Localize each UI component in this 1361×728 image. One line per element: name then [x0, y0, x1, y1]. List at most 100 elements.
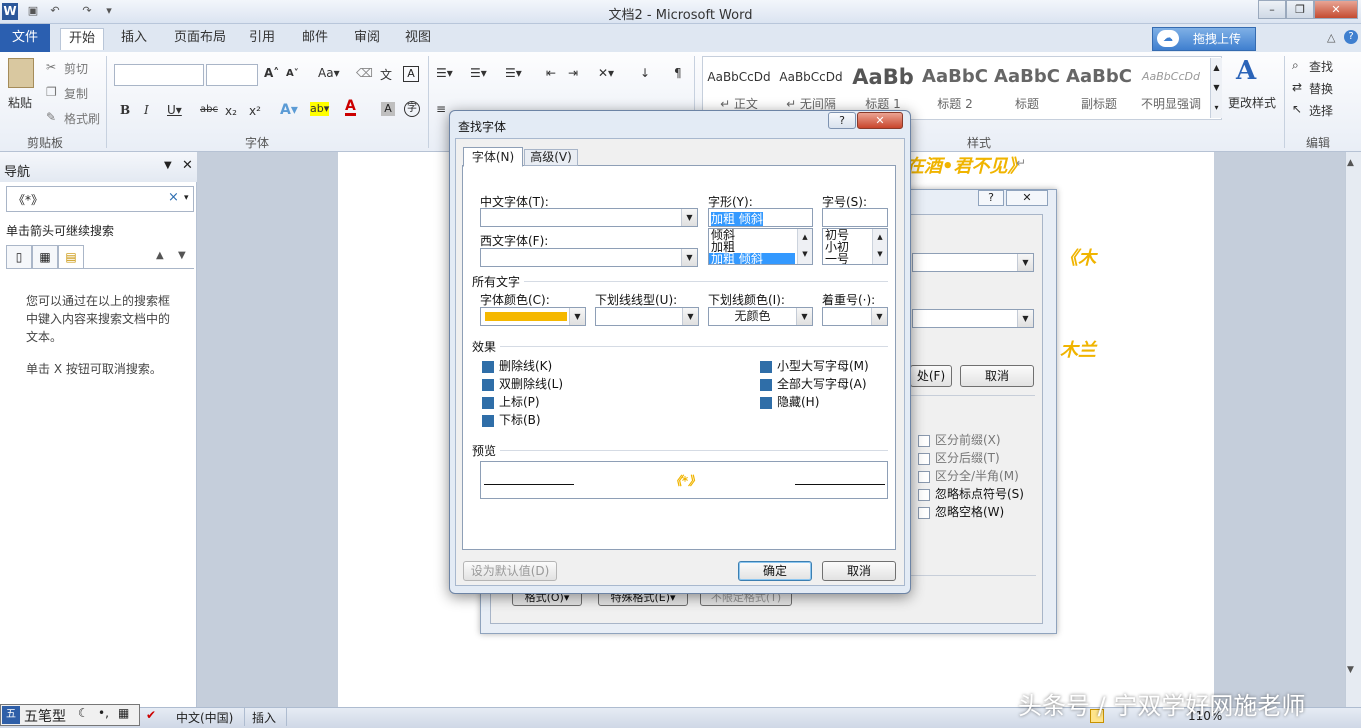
grow-font-icon[interactable]: A˄ [264, 66, 279, 80]
align-left-icon[interactable]: ≡ [436, 102, 446, 116]
fr-cancel-button[interactable]: 取消 [960, 365, 1034, 387]
ff-effect-double-strike[interactable]: 双删除线(L) [482, 375, 563, 392]
style-tile-normal[interactable]: AaBbCcDd ↵ 正文 [704, 58, 774, 114]
ime-mode-label[interactable]: 五笔型 [24, 706, 66, 726]
change-case-icon[interactable]: Aa▾ [318, 66, 340, 80]
ime-punct-icon[interactable]: •, [98, 706, 109, 720]
fr-find-in-button[interactable]: 处(F) [910, 365, 952, 387]
maximize-button[interactable]: ❐ [1286, 0, 1314, 19]
spell-check-icon[interactable]: ✔ [146, 708, 156, 722]
ff-style-list[interactable]: 倾斜 加粗 加粗 倾斜 ▲ ▼ [708, 228, 813, 265]
chinese-layout-icon[interactable]: ✕▾ [598, 66, 614, 80]
ff-underline-combo[interactable]: ▼ [595, 307, 699, 326]
fr-option-width[interactable]: 区分全/半角(M) [918, 467, 1019, 484]
ff-west-font-combo[interactable]: ▼ [480, 248, 698, 267]
prev-result-icon[interactable]: ▲ [156, 250, 164, 261]
ime-keyboard-icon[interactable]: ▦ [118, 706, 129, 720]
ff-size-list[interactable]: 初号 小初 一号 ▲ ▼ [822, 228, 888, 265]
next-result-icon[interactable]: ▼ [178, 250, 186, 261]
ff-close-button[interactable]: ✕ [857, 112, 903, 129]
format-painter-button[interactable]: 格式刷 [64, 110, 100, 127]
scroll-up-icon[interactable]: ▲ [1347, 158, 1354, 168]
ff-style-option-selected[interactable]: 加粗 倾斜 [709, 253, 795, 264]
superscript-button[interactable]: x² [249, 104, 261, 118]
tab-file[interactable]: 文件 [0, 24, 50, 52]
style-tile-heading1[interactable]: AaBb 标题 1 [848, 58, 918, 114]
copy-button[interactable]: 复制 [64, 85, 88, 102]
change-styles-icon[interactable]: A [1236, 56, 1256, 86]
results-view-icon[interactable]: ▤ [58, 245, 84, 269]
language-status[interactable]: 中文(中国) [176, 709, 233, 726]
checkbox[interactable] [918, 488, 930, 501]
ff-cn-font-combo[interactable]: ▼ [480, 208, 698, 227]
ff-set-default-button[interactable]: 设为默认值(D) [463, 561, 557, 581]
paste-button[interactable]: 粘贴 [8, 94, 32, 111]
minimize-button[interactable]: – [1258, 0, 1286, 19]
ff-size-scrollbar[interactable]: ▲ ▼ [872, 229, 887, 264]
pages-view-icon[interactable]: ▦ [32, 245, 58, 269]
font-name-combo[interactable] [114, 64, 204, 86]
ff-help-button[interactable]: ? [828, 112, 856, 129]
increase-indent-icon[interactable]: ⇥ [568, 66, 578, 80]
subscript-button[interactable]: x₂ [225, 104, 237, 118]
vertical-scrollbar[interactable] [1345, 152, 1361, 707]
nav-search-input[interactable]: 《*》 [6, 186, 194, 212]
ff-underline-color-combo[interactable]: 无颜色 ▼ [708, 307, 813, 326]
styles-scroll[interactable]: ▲ ▼ ▾ [1210, 58, 1222, 118]
ff-style-scrollbar[interactable]: ▲ ▼ [797, 229, 812, 264]
replace-button[interactable]: 替换 [1309, 80, 1333, 97]
style-tile-subtle-emphasis[interactable]: AaBbCcDd 不明显强调 [1136, 58, 1206, 114]
checkbox[interactable] [918, 434, 930, 447]
tab-view[interactable]: 视图 [397, 28, 439, 50]
decrease-indent-icon[interactable]: ⇤ [546, 66, 556, 80]
enclose-char-icon[interactable]: 字 [404, 101, 420, 117]
select-button[interactable]: 选择 [1309, 102, 1333, 119]
ime-moon-icon[interactable]: ☾ [78, 706, 89, 720]
clear-search-icon[interactable]: × [168, 190, 179, 205]
fr-option-punct[interactable]: 忽略标点符号(S) [918, 485, 1024, 502]
bold-button[interactable]: B [120, 103, 130, 117]
checkbox[interactable] [482, 414, 494, 427]
headings-view-icon[interactable]: ▯ [6, 245, 32, 269]
checkbox[interactable] [760, 396, 772, 409]
help-icon[interactable]: ? [1344, 30, 1358, 44]
fr-option-space[interactable]: 忽略空格(W) [918, 503, 1004, 520]
checkbox[interactable] [760, 378, 772, 391]
insert-mode-status[interactable]: 插入 [252, 709, 276, 726]
checkbox[interactable] [482, 396, 494, 409]
close-window-button[interactable]: ✕ [1314, 0, 1358, 19]
sort-icon[interactable]: ↓ [640, 66, 650, 80]
fr-find-combo[interactable]: ▼ [912, 253, 1034, 272]
tab-insert[interactable]: 插入 [113, 28, 155, 50]
tab-mailings[interactable]: 邮件 [294, 28, 336, 50]
ff-effect-hidden[interactable]: 隐藏(H) [760, 393, 819, 410]
numbering-icon[interactable]: ☰▾ [470, 66, 487, 80]
font-size-combo[interactable] [206, 64, 258, 86]
italic-button[interactable]: I [144, 103, 149, 117]
char-shading-icon[interactable]: A [381, 102, 395, 116]
multilevel-list-icon[interactable]: ☰▾ [505, 66, 522, 80]
ff-ok-button[interactable]: 确定 [738, 561, 812, 581]
bullets-icon[interactable]: ☰▾ [436, 66, 453, 80]
checkbox[interactable] [918, 506, 930, 519]
style-tile-heading2[interactable]: AaBbC 标题 2 [920, 58, 990, 114]
fr-replace-combo[interactable]: ▼ [912, 309, 1034, 328]
checkbox[interactable] [918, 470, 930, 483]
ff-effect-subscript[interactable]: 下标(B) [482, 411, 541, 428]
fr-help-button[interactable]: ? [978, 190, 1004, 206]
find-button[interactable]: 查找 [1309, 58, 1333, 75]
style-tile-title[interactable]: AaBbC 标题 [992, 58, 1062, 114]
text-effects-icon[interactable]: A▾ [280, 102, 298, 118]
checkbox[interactable] [918, 452, 930, 465]
font-color-icon[interactable]: A [345, 99, 356, 116]
tab-references[interactable]: 引用 [241, 28, 283, 50]
ff-effect-strikethrough[interactable]: 删除线(K) [482, 357, 552, 374]
show-marks-icon[interactable]: ¶ [674, 66, 682, 80]
paste-icon[interactable] [8, 58, 34, 88]
minimize-ribbon-icon[interactable]: △ [1327, 31, 1335, 44]
ff-size-input[interactable] [822, 208, 888, 227]
nav-menu-icon[interactable]: ▼ [164, 160, 172, 171]
strikethrough-button[interactable]: abc [200, 104, 218, 115]
cut-button[interactable]: 剪切 [64, 60, 88, 77]
ff-color-combo[interactable]: ▼ [480, 307, 586, 326]
